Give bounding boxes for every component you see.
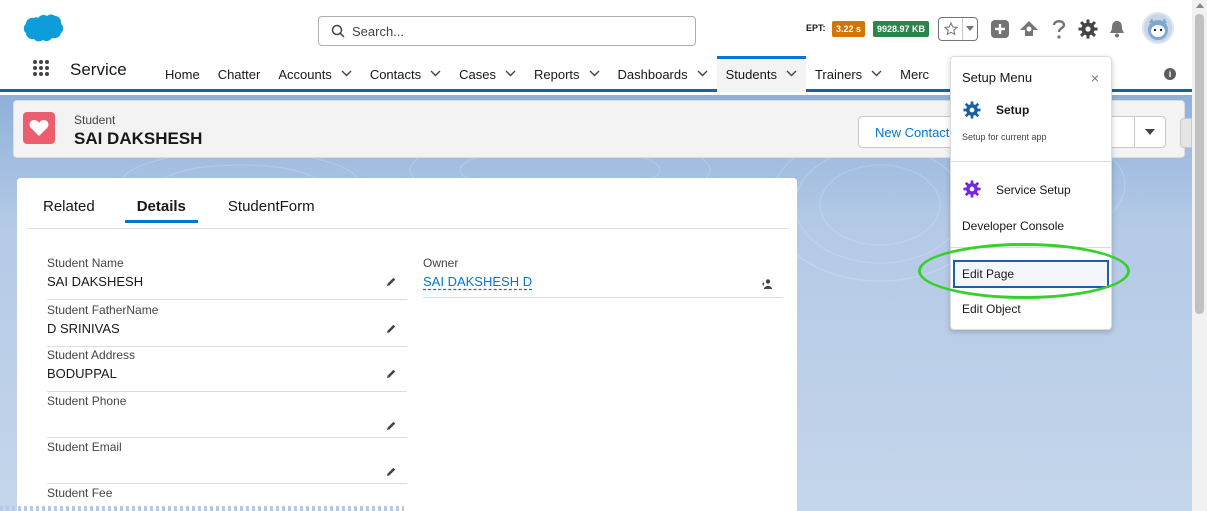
field-label: Student Fee xyxy=(47,486,113,500)
record-detail-card: Related Details StudentForm Student Name SA… xyxy=(17,178,797,511)
setup-menu-item-setup-subtitle: Setup for current app xyxy=(962,132,1047,142)
tab-divider xyxy=(27,228,789,229)
scrollbar-thumb[interactable] xyxy=(1195,14,1204,314)
tab-studentform[interactable]: StudentForm xyxy=(228,198,315,223)
field-student-name: Student Name SAI DAKSHESH xyxy=(47,256,407,300)
user-avatar[interactable] xyxy=(1142,12,1174,44)
trailhead-icon[interactable] xyxy=(1018,18,1040,40)
nav-tab-label: Merc xyxy=(900,66,930,82)
chevron-down-icon[interactable] xyxy=(430,69,441,80)
nav-tab-label: Chatter xyxy=(217,66,261,82)
field-owner: Owner SAI DAKSHESH D xyxy=(423,256,783,298)
nav-tab-dashboards[interactable]: Dashboards xyxy=(609,56,717,92)
edit-pencil-icon[interactable] xyxy=(385,323,397,335)
global-actions-plus-icon[interactable] xyxy=(989,18,1011,40)
chevron-down-icon[interactable] xyxy=(786,69,797,80)
search-placeholder: Search... xyxy=(352,23,405,39)
field-label: Student Name xyxy=(47,256,124,270)
menu-divider xyxy=(951,161,1111,162)
setup-menu-title: Setup Menu xyxy=(962,70,1033,85)
help-icon[interactable] xyxy=(1048,18,1070,40)
student-record-icon xyxy=(23,112,55,144)
setup-menu-item-service-setup[interactable]: Service Setup xyxy=(996,183,1071,197)
field-student-address: Student Address BODUPPAL xyxy=(47,348,407,392)
field-label: Student FatherName xyxy=(47,303,159,317)
star-icon[interactable] xyxy=(939,18,963,40)
nav-tab-chatter[interactable]: Chatter xyxy=(209,56,270,92)
field-label: Owner xyxy=(423,256,459,270)
field-label: Student Phone xyxy=(47,394,127,408)
nav-tab-home[interactable]: Home xyxy=(156,56,209,92)
favorites-button[interactable] xyxy=(938,17,978,41)
chevron-down-icon[interactable] xyxy=(505,69,516,80)
setup-menu-item-edit-object[interactable]: Edit Object xyxy=(962,302,1021,316)
chevron-down-icon[interactable] xyxy=(963,18,977,40)
field-value: BODUPPAL xyxy=(47,366,117,381)
global-search-input[interactable]: Search... xyxy=(318,16,696,46)
chevron-down-icon xyxy=(1145,129,1155,135)
utility-edge-tab[interactable] xyxy=(1180,118,1192,148)
nav-tab-reports[interactable]: Reports xyxy=(525,56,609,92)
nav-tab-label: Accounts xyxy=(278,66,332,82)
nav-tab-trainers[interactable]: Trainers xyxy=(806,56,891,92)
field-value: SAI DAKSHESH xyxy=(47,274,144,289)
chevron-down-icon[interactable] xyxy=(341,69,352,80)
nav-items: Home Chatter Accounts Contacts Cases Reports D… xyxy=(156,56,938,92)
edit-pencil-icon[interactable] xyxy=(385,420,397,432)
field-student-phone: Student Phone xyxy=(47,394,407,438)
ept-label: EPT: xyxy=(806,23,826,33)
record-type-label: Student xyxy=(74,113,116,127)
nav-tab-label: Reports xyxy=(533,66,580,82)
setup-menu-item-setup[interactable]: Setup xyxy=(996,103,1029,117)
ept-time-badge: 3.22 s xyxy=(832,21,866,37)
record-name: SAI DAKSHESH xyxy=(74,129,203,148)
field-student-email: Student Email xyxy=(47,440,407,484)
tab-details[interactable]: Details xyxy=(124,198,199,223)
owner-link-text[interactable]: SAI DAKSHESH D xyxy=(423,274,532,289)
nav-tab-label: Dashboards xyxy=(617,66,688,82)
ept-size-badge: 9928.97 KB xyxy=(873,21,930,37)
setup-menu-item-developer-console[interactable]: Developer Console xyxy=(962,219,1064,233)
global-header: Search... EPT: 3.22 s 9928.97 KB xyxy=(0,0,1192,56)
nav-tab-label: Cases xyxy=(459,66,496,82)
nav-tab-accounts[interactable]: Accounts xyxy=(269,56,360,92)
nav-tab-merc[interactable]: Merc xyxy=(891,56,938,92)
search-icon xyxy=(331,24,345,38)
nav-tab-label: Trainers xyxy=(814,66,863,82)
field-label: Student Address xyxy=(47,348,136,362)
setup-gear-icon[interactable] xyxy=(963,101,981,119)
nav-tab-contacts[interactable]: Contacts xyxy=(361,56,450,92)
nav-tab-students[interactable]: Students xyxy=(716,56,806,92)
bottom-edge-pattern xyxy=(0,506,404,511)
field-student-fathername: Student FatherName D SRINIVAS xyxy=(47,303,407,347)
annotation-highlight-oval xyxy=(918,243,1130,299)
edit-pencil-icon[interactable] xyxy=(385,368,397,380)
scroll-up-arrow-icon[interactable] xyxy=(1196,3,1204,8)
nav-tab-label: Home xyxy=(165,66,200,82)
close-icon[interactable]: × xyxy=(1091,70,1099,86)
chevron-down-icon[interactable] xyxy=(697,69,708,80)
edit-pencil-icon[interactable] xyxy=(385,276,397,288)
field-value: D SRINIVAS xyxy=(47,321,120,336)
owner-link[interactable]: SAI DAKSHESH D xyxy=(423,274,783,289)
change-owner-icon[interactable] xyxy=(761,278,773,290)
field-label: Student Email xyxy=(47,440,122,454)
service-setup-gear-icon[interactable] xyxy=(963,180,981,198)
info-icon[interactable]: i xyxy=(1164,68,1176,80)
app-launcher-icon[interactable] xyxy=(32,59,50,77)
record-tabs: Related Details StudentForm xyxy=(43,198,357,223)
app-name: Service xyxy=(70,60,127,79)
more-actions-button[interactable] xyxy=(1134,116,1166,148)
new-contact-button[interactable]: New Contact xyxy=(858,116,954,148)
nav-tab-label: Students xyxy=(725,66,777,82)
notifications-bell-icon[interactable] xyxy=(1106,18,1128,40)
salesforce-logo-icon[interactable] xyxy=(20,14,64,44)
edit-pencil-icon[interactable] xyxy=(385,466,397,478)
nav-tab-label: Contacts xyxy=(369,66,422,82)
chevron-down-icon[interactable] xyxy=(871,69,882,80)
tab-related[interactable]: Related xyxy=(43,198,95,223)
nav-tab-cases[interactable]: Cases xyxy=(450,56,525,92)
chevron-down-icon[interactable] xyxy=(589,69,600,80)
setup-gear-icon[interactable] xyxy=(1077,18,1099,40)
